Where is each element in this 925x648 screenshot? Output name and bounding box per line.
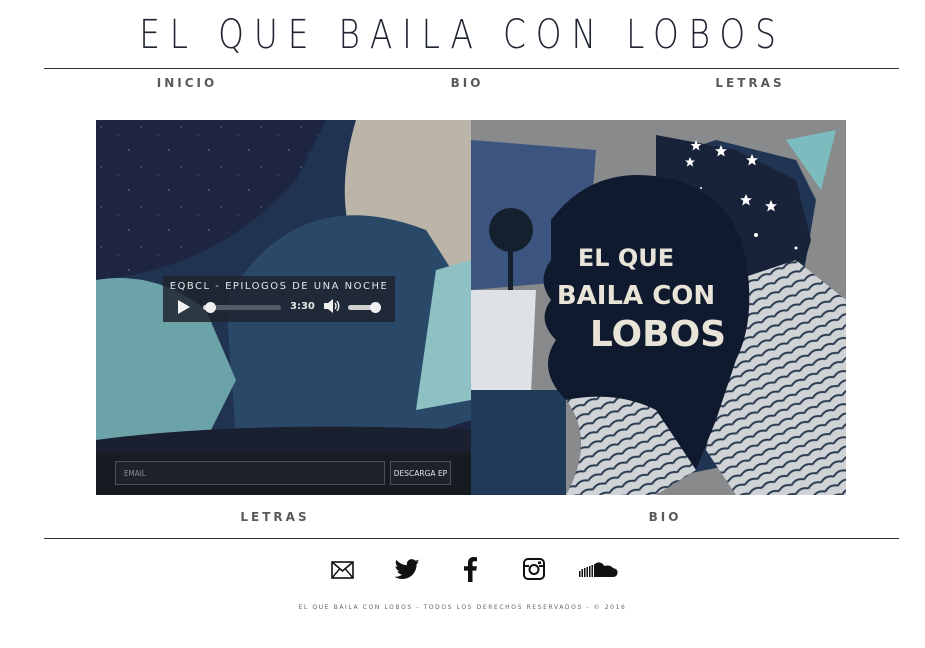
track-title: EQBCL - EPILOGOS DE UNA NOCHE	[169, 281, 389, 292]
instagram-icon[interactable]	[523, 558, 545, 584]
nav-letras-bottom[interactable]: LETRAS	[240, 510, 309, 524]
audio-player: EQBCL - EPILOGOS DE UNA NOCHE 3:30	[163, 276, 395, 322]
nav-bio-bottom[interactable]: BIO	[649, 510, 682, 524]
play-icon[interactable]	[178, 300, 190, 314]
top-nav: INICIO BIO LETRAS	[44, 76, 899, 96]
track-duration: 3:30	[290, 301, 315, 312]
email-field[interactable]	[115, 461, 385, 485]
progress-bar[interactable]	[203, 302, 281, 313]
soundcloud-icon[interactable]	[579, 561, 618, 587]
volume-slider[interactable]	[348, 302, 381, 313]
site-title: EL QUE BAILA CON LOBOS	[139, 12, 786, 58]
footer-copyright: EL QUE BAILA CON LOBOS - TODOS LOS DEREC…	[298, 604, 627, 611]
ep-signup-bar: DESCARGA EP	[96, 453, 471, 495]
header-divider	[44, 68, 899, 69]
art-line-1: EL QUE	[578, 244, 674, 272]
volume-icon[interactable]	[323, 298, 341, 314]
facebook-icon[interactable]	[464, 557, 477, 583]
footer-divider	[44, 538, 899, 539]
bottom-nav: LETRAS BIO	[44, 510, 899, 530]
progress-handle[interactable]	[205, 302, 217, 313]
nav-letras[interactable]: LETRAS	[715, 76, 784, 90]
art-line-2: BAILA CON	[557, 281, 715, 311]
art-line-3: LOBOS	[590, 314, 726, 355]
volume-handle[interactable]	[369, 302, 381, 313]
twitter-icon[interactable]	[395, 559, 420, 585]
download-ep-button[interactable]: DESCARGA EP	[390, 461, 451, 485]
mail-icon[interactable]	[331, 561, 354, 587]
hero-artwork: EL QUE BAILA CON LOBOS EQBCL - EPILOGOS …	[96, 120, 846, 495]
nav-bio[interactable]: BIO	[451, 76, 484, 90]
nav-inicio[interactable]: INICIO	[157, 76, 217, 90]
